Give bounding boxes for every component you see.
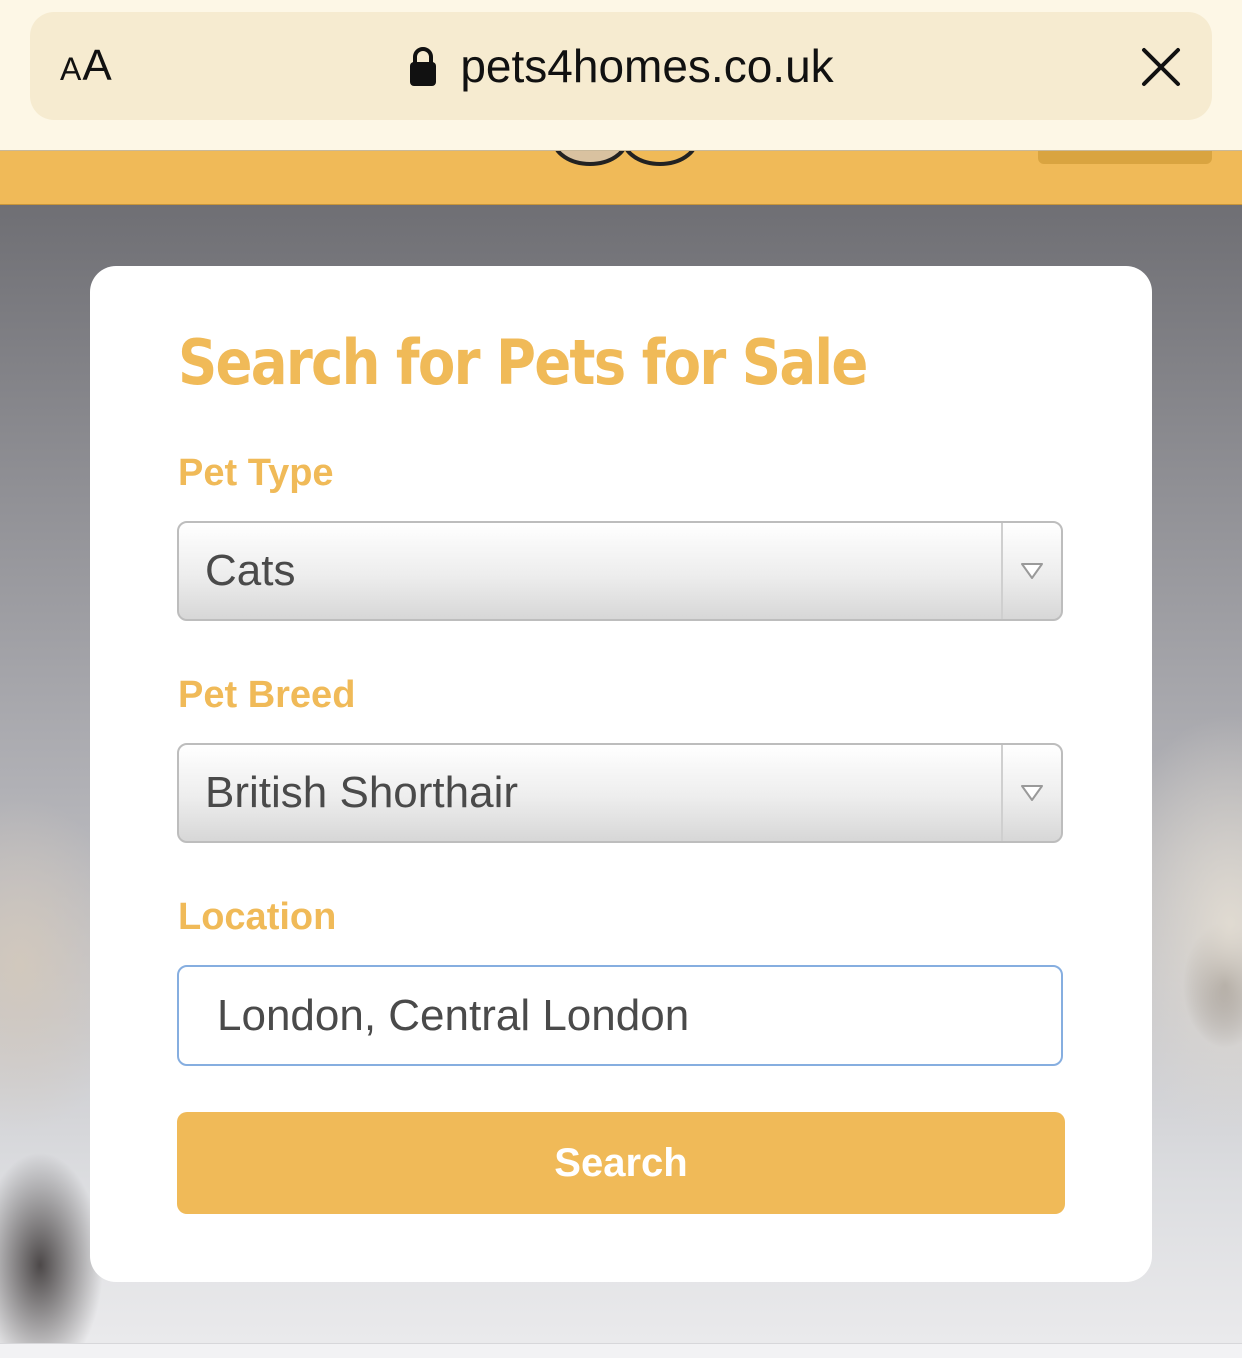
pet-search-card: Search for Pets for Sale Pet Type Cats P… bbox=[90, 266, 1152, 1282]
site-logo[interactable] bbox=[550, 150, 700, 168]
page-bottom-edge bbox=[0, 1343, 1242, 1358]
pet-breed-selected-value: British Shorthair bbox=[205, 768, 519, 817]
address-bar[interactable]: AA pets4homes.co.uk bbox=[30, 12, 1212, 120]
pet-breed-select[interactable]: British Shorthair bbox=[177, 743, 1063, 843]
browser-toolbar: AA pets4homes.co.uk bbox=[0, 0, 1242, 151]
search-title: Search for Pets for Sale bbox=[178, 326, 868, 399]
pet-type-label: Pet Type bbox=[178, 452, 334, 494]
pet-type-dropdown-arrow[interactable] bbox=[1001, 523, 1061, 619]
location-input[interactable] bbox=[177, 965, 1063, 1066]
url-text: pets4homes.co.uk bbox=[460, 40, 834, 92]
menu-button[interactable] bbox=[1038, 150, 1212, 164]
lock-icon bbox=[410, 47, 437, 86]
site-header bbox=[0, 150, 1242, 205]
chevron-down-icon bbox=[1021, 563, 1043, 579]
close-icon[interactable] bbox=[1140, 46, 1182, 88]
search-button[interactable]: Search bbox=[177, 1112, 1065, 1214]
url-display[interactable]: pets4homes.co.uk bbox=[30, 12, 1212, 120]
pet-type-selected-value: Cats bbox=[205, 546, 296, 595]
pet-type-select[interactable]: Cats bbox=[177, 521, 1063, 621]
pet-breed-dropdown-arrow[interactable] bbox=[1001, 745, 1061, 841]
location-label: Location bbox=[178, 896, 337, 938]
chevron-down-icon bbox=[1021, 785, 1043, 801]
pet-breed-label: Pet Breed bbox=[178, 674, 356, 716]
